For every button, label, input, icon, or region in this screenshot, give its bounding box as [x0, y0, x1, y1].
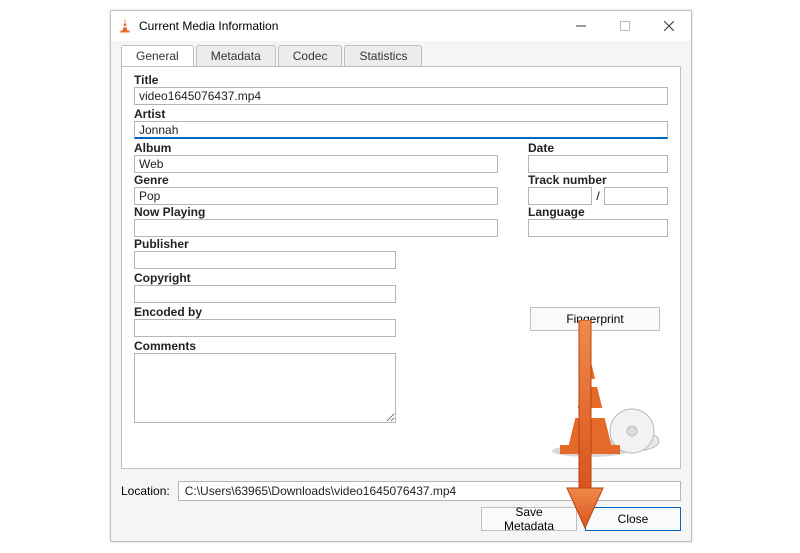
tracknum-label: Track number [528, 173, 668, 187]
window-buttons [559, 11, 691, 41]
artist-input[interactable] [134, 121, 668, 139]
location-input[interactable] [178, 481, 681, 501]
tab-codec[interactable]: Codec [278, 45, 343, 66]
close-window-button[interactable] [647, 11, 691, 41]
publisher-label: Publisher [134, 237, 668, 251]
genre-input[interactable] [134, 187, 498, 205]
copyright-input[interactable] [134, 285, 396, 303]
save-metadata-button[interactable]: Save Metadata [481, 507, 577, 531]
minimize-button[interactable] [559, 11, 603, 41]
language-label: Language [528, 205, 668, 219]
album-input[interactable] [134, 155, 498, 173]
media-info-window: Current Media Information General Metada… [110, 10, 692, 542]
tab-metadata[interactable]: Metadata [196, 45, 276, 66]
track-separator: / [596, 189, 599, 203]
encodedby-input[interactable] [134, 319, 396, 337]
tracknum-input[interactable] [528, 187, 592, 205]
language-input[interactable] [528, 219, 668, 237]
nowplaying-label: Now Playing [134, 205, 498, 219]
fingerprint-button[interactable]: Fingerprint [530, 307, 660, 331]
date-label: Date [528, 141, 668, 155]
comments-label: Comments [134, 339, 668, 353]
maximize-button[interactable] [603, 11, 647, 41]
titlebar: Current Media Information [111, 11, 691, 41]
general-pane: Title Artist Album Date Genre Track numb [121, 66, 681, 469]
tab-general[interactable]: General [121, 45, 194, 66]
location-label: Location: [121, 484, 170, 498]
album-art [550, 353, 660, 458]
title-label: Title [134, 73, 668, 87]
artist-label: Artist [134, 107, 668, 121]
tab-statistics[interactable]: Statistics [344, 45, 422, 66]
tab-bar: General Metadata Codec Statistics [111, 41, 691, 66]
copyright-label: Copyright [134, 271, 668, 285]
bottom-bar: Location: Save Metadata Close [111, 475, 691, 541]
album-label: Album [134, 141, 498, 155]
tracktotal-input[interactable] [604, 187, 668, 205]
title-input[interactable] [134, 87, 668, 105]
genre-label: Genre [134, 173, 498, 187]
comments-input[interactable] [134, 353, 396, 423]
vlc-cone-icon [117, 18, 133, 34]
window-title: Current Media Information [139, 19, 278, 33]
close-button[interactable]: Close [585, 507, 681, 531]
publisher-input[interactable] [134, 251, 396, 269]
date-input[interactable] [528, 155, 668, 173]
nowplaying-input[interactable] [134, 219, 498, 237]
